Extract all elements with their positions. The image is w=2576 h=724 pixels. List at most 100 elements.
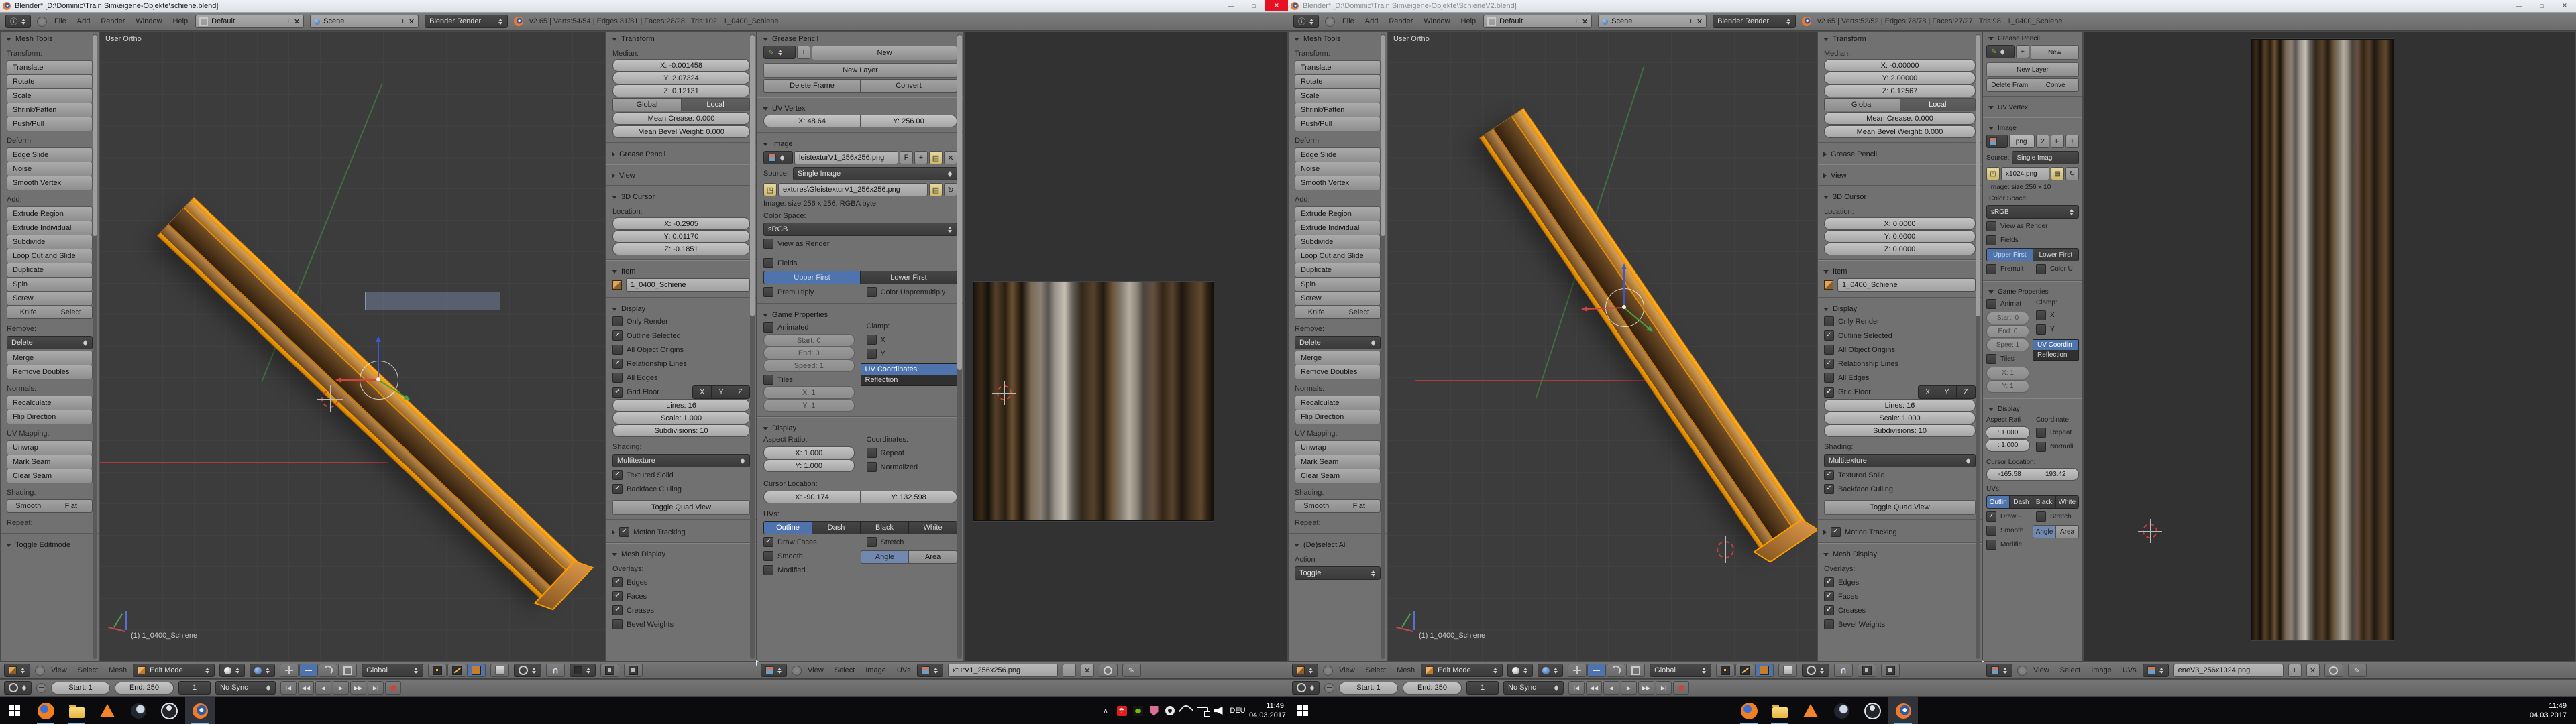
checkbox[interactable]: ✓ <box>1824 330 1834 341</box>
uv-draw-mode[interactable]: Outlin <box>1986 495 2010 509</box>
layout-close-icon[interactable]: ✕ <box>1582 17 1588 26</box>
header-menu[interactable]: Select <box>2059 666 2082 674</box>
display-panel-header[interactable]: Display <box>757 421 963 434</box>
delete-dropdown[interactable]: Delete <box>7 336 93 349</box>
checkbox[interactable] <box>763 551 773 561</box>
cursor-3d[interactable] <box>321 390 339 408</box>
cursor-location-field[interactable]: Y: 0.01170 <box>612 230 750 243</box>
motion-tracking-panel-header[interactable]: ✓Motion Tracking <box>606 524 756 538</box>
image-paint-button[interactable]: ✎ <box>2348 664 2367 677</box>
tool-button[interactable]: Extrude Region <box>1295 206 1381 221</box>
image-paint-button[interactable]: ✎ <box>1122 664 1141 677</box>
taskbar-vlc[interactable] <box>1796 697 1825 724</box>
editor-type-selector[interactable] <box>1986 664 2012 677</box>
tool-button[interactable]: Merge <box>7 351 93 365</box>
game-properties-panel-header[interactable]: Game Properties <box>1983 285 2082 297</box>
rotate-manipulator-button[interactable] <box>1607 664 1625 677</box>
scene-add-icon[interactable]: + <box>400 17 405 25</box>
image-add-icon[interactable]: + <box>1063 664 1076 677</box>
editor-type-selector[interactable]: ⓘ <box>5 15 31 28</box>
checkbox[interactable] <box>867 537 877 547</box>
cursor-x-field[interactable]: -165.58 <box>1986 468 2033 481</box>
x-axis-arrow[interactable] <box>341 379 378 381</box>
tool-button[interactable]: Rotate <box>7 74 93 89</box>
tool-button[interactable]: Remove Doubles <box>7 365 93 379</box>
overlay-option[interactable]: ✓Faces <box>606 589 756 603</box>
header-menu[interactable]: UVs <box>896 666 912 674</box>
current-frame-field[interactable]: 1 <box>1466 681 1499 695</box>
frame-start-field[interactable]: Start: 1 <box>51 682 110 695</box>
grid-field[interactable]: Lines: 16 <box>612 399 750 412</box>
select-button[interactable]: Select <box>50 306 93 319</box>
display-option[interactable]: All Object Origins <box>1818 343 1982 357</box>
item-panel-header[interactable]: Item <box>1818 264 1982 277</box>
global-button[interactable]: Global <box>1824 98 1900 111</box>
tool-button[interactable]: Shrink/Fatten <box>7 103 93 117</box>
checkbox[interactable]: ✓ <box>1824 577 1834 587</box>
z-axis-arrow[interactable] <box>378 341 379 380</box>
delete-frame-button[interactable]: Delete Frame <box>763 79 861 93</box>
grease-pencil-panel-header[interactable]: Grease Pencil <box>1983 32 2082 44</box>
item-name-field[interactable]: 1_0400_Schiene <box>626 278 750 292</box>
tool-button[interactable]: Recalculate <box>1295 396 1381 410</box>
tool-button[interactable]: Loop Cut and Slide <box>7 249 93 263</box>
overlay-option[interactable]: ✓Edges <box>606 575 756 589</box>
display-option[interactable]: Only Render <box>606 314 756 328</box>
scrollbar[interactable] <box>750 34 755 659</box>
scrollbar-thumb[interactable] <box>93 35 97 236</box>
checkbox[interactable]: ✓ <box>1824 591 1834 601</box>
checkbox[interactable] <box>867 448 877 458</box>
checkbox[interactable]: ✓ <box>612 359 623 369</box>
checkbox[interactable] <box>763 258 773 268</box>
close-button[interactable]: ✕ <box>2553 0 2576 11</box>
grease-pencil-panel-header[interactable]: Grease Pencil <box>1818 147 1982 160</box>
checkbox[interactable]: ✓ <box>1824 359 1834 369</box>
local-button[interactable]: Local <box>1900 98 1976 111</box>
layout-close-icon[interactable]: ✕ <box>294 17 300 26</box>
uv-draw-mode[interactable]: Black <box>860 521 909 534</box>
checkbox[interactable]: ✓ <box>619 527 629 537</box>
image-add-icon[interactable]: + <box>914 151 928 164</box>
occlude-geometry-button[interactable] <box>490 664 509 677</box>
checkbox[interactable] <box>1986 540 1996 550</box>
local-button[interactable]: Local <box>681 98 750 111</box>
scrollbar[interactable] <box>1381 34 1385 659</box>
cursor-y-field[interactable]: Y: 132.598 <box>860 491 957 503</box>
uv-draw-mode[interactable]: White <box>908 521 957 534</box>
uv-draw-mode[interactable]: Black <box>2033 495 2056 509</box>
mean-crease-field[interactable]: Mean Crease: 0.000 <box>1824 112 1976 125</box>
uv-vertex-x[interactable]: X: 48.64 <box>763 115 861 127</box>
mesh-display-panel-header[interactable]: Mesh Display <box>1818 547 1982 560</box>
z-axis-arrow[interactable] <box>1623 269 1625 308</box>
viewport-shading-selector[interactable] <box>219 664 245 677</box>
checkbox[interactable] <box>612 345 623 355</box>
mesh-tools-panel-header[interactable]: Mesh Tools <box>1289 32 1387 44</box>
start-button[interactable] <box>1288 697 1318 724</box>
median-field[interactable]: Z: 0.12131 <box>612 84 750 97</box>
top-menu[interactable]: Window <box>1422 17 1451 25</box>
occlude-geometry-button[interactable] <box>1778 664 1797 677</box>
maximize-button[interactable]: □ <box>1242 0 1265 11</box>
jump-end-icon[interactable]: ▶| <box>368 681 384 695</box>
display-option[interactable]: All Object Origins <box>606 343 756 357</box>
checkbox[interactable] <box>1986 354 1996 364</box>
viewport-3d[interactable]: User Ortho (1) 1_0400_Schiene <box>99 31 606 662</box>
taskbar-media-player[interactable] <box>123 697 153 724</box>
tool-button[interactable]: Smooth Vertex <box>1295 176 1381 190</box>
lower-first-button[interactable]: Lower First <box>860 271 957 284</box>
cursor-location-field[interactable]: Z: 0.0000 <box>1824 243 1976 255</box>
snap-toggle-button[interactable]: U <box>546 664 565 677</box>
opengl-render-anim-button[interactable] <box>1881 664 1900 677</box>
overlay-option[interactable]: Bevel Weights <box>606 617 756 631</box>
start-button[interactable] <box>0 697 30 724</box>
median-field[interactable]: Y: 2.00000 <box>1824 72 1976 84</box>
overlay-option[interactable]: ✓Faces <box>1818 589 1982 603</box>
taskbar-vlc[interactable] <box>93 697 122 724</box>
record-icon[interactable] <box>385 681 401 695</box>
checkbox[interactable] <box>2036 264 2046 274</box>
mesh-tools-panel-header[interactable]: Mesh Tools <box>1 32 99 44</box>
delete-dropdown[interactable]: Delete <box>1295 336 1381 349</box>
uv-image-canvas[interactable] <box>964 31 1288 662</box>
taskbar-obs[interactable] <box>1858 697 1887 724</box>
checkbox[interactable]: ✓ <box>612 591 623 601</box>
